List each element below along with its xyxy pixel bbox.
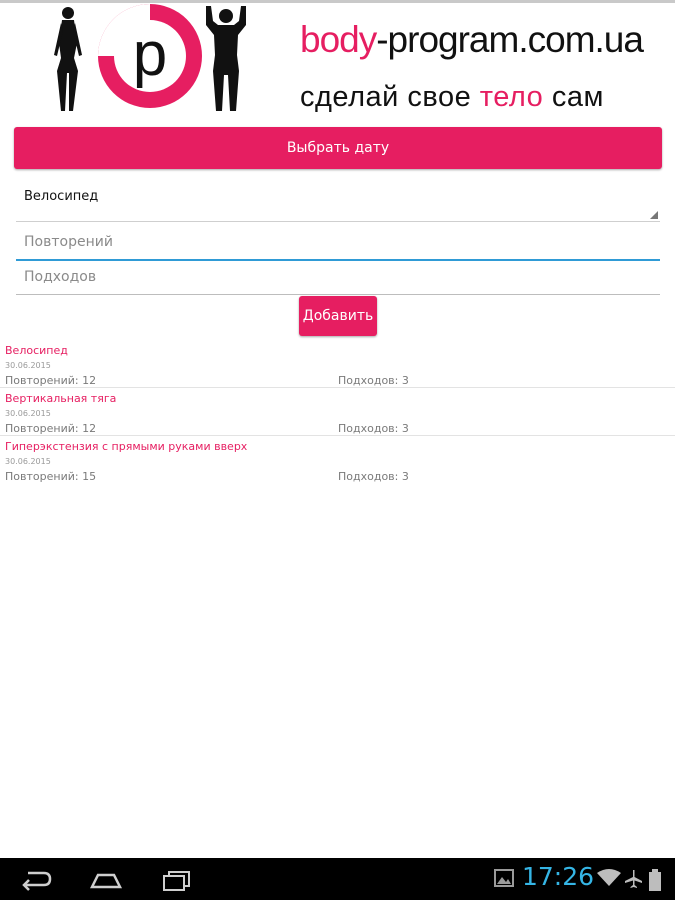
exercise-spinner-value: Велосипед [24,189,99,204]
entry-reps: Повторений: 15 [5,470,97,483]
entry-sets: Подходов: 3 [338,374,409,387]
p-logo-icon: p [98,4,202,108]
exercise-spinner[interactable]: Велосипед [16,185,660,222]
entry-date: 30.06.2015 [5,361,51,370]
recents-icon[interactable] [161,867,193,891]
entry-date: 30.06.2015 [5,409,51,418]
entry-sets: Подходов: 3 [338,422,409,435]
battery-icon [649,869,661,891]
choose-date-button[interactable]: Выбрать дату [14,127,662,169]
reps-field [16,227,660,261]
airplane-mode-icon [625,870,642,888]
site-url: body-program.com.ua [300,19,644,61]
entry-name: Велосипед [5,344,68,357]
back-icon[interactable] [20,867,52,891]
entry-sets: Подходов: 3 [338,470,409,483]
dropdown-arrow-icon [650,211,658,219]
wifi-icon [597,869,621,886]
entry-reps: Повторений: 12 [5,422,97,435]
list-item[interactable]: Гиперэкстензия с прямыми руками вверх 30… [0,436,675,483]
status-clock: 17:26 [522,862,595,891]
logo-letter: p [133,20,167,89]
system-navigation-bar: 17:26 [0,858,675,900]
slogan: сделай свое тело сам [300,81,604,114]
add-button[interactable]: Добавить [299,296,377,336]
gallery-notification-icon [494,869,514,887]
logo: p [54,4,246,111]
sets-input[interactable] [16,262,660,292]
slogan-end: сам [543,81,604,113]
entry-date: 30.06.2015 [5,457,51,466]
male-silhouette-icon [206,6,246,111]
slogan-highlight: тело [479,81,544,113]
female-silhouette-icon [54,7,82,111]
reps-input[interactable] [16,227,660,257]
home-icon[interactable] [89,867,123,891]
list-item[interactable]: Вертикальная тяга 30.06.2015 Повторений:… [0,388,675,436]
workout-list: Велосипед 30.06.2015 Повторений: 12 Подх… [0,340,675,483]
entry-reps: Повторений: 12 [5,374,97,387]
sets-field [16,262,660,295]
site-url-prefix: body [300,19,377,60]
list-item[interactable]: Велосипед 30.06.2015 Повторений: 12 Подх… [0,340,675,388]
app-header: p body-program.com.ua сделай свое тело с… [0,3,675,123]
entry-name: Гиперэкстензия с прямыми руками вверх [5,440,248,453]
site-url-rest: -program.com.ua [376,19,644,60]
entry-name: Вертикальная тяга [5,392,117,405]
slogan-start: сделай свое [300,81,480,113]
